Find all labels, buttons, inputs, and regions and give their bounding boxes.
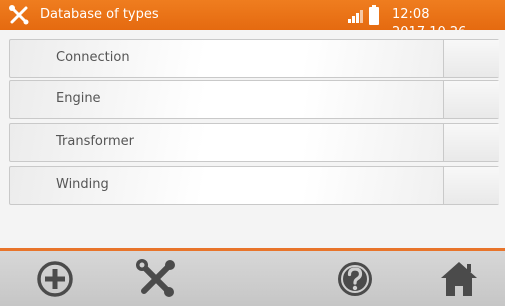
list-item-label: Connection [56, 50, 130, 65]
help-icon[interactable] [333, 257, 377, 301]
list-item-transformer[interactable]: Transformer [9, 123, 499, 162]
list-item-label: Engine [56, 91, 101, 106]
home-icon[interactable] [437, 257, 481, 301]
bottom-toolbar [0, 248, 505, 306]
list-item-main[interactable]: Connection [10, 40, 443, 77]
list-item-side-button[interactable] [443, 81, 499, 118]
types-list: Connection Engine Transformer Winding [0, 30, 505, 248]
title-bar: Database of types 12:08 2017.10.26 [0, 0, 505, 40]
list-item-main[interactable]: Winding [10, 167, 443, 204]
add-circle-icon[interactable] [33, 257, 77, 301]
page-title: Database of types [40, 7, 159, 22]
list-item-engine[interactable]: Engine [9, 80, 499, 119]
signal-strength-icon [348, 10, 363, 23]
list-item-main[interactable]: Transformer [10, 124, 443, 161]
battery-icon [369, 5, 379, 25]
list-item-connection[interactable]: Connection [9, 39, 499, 78]
list-item-label: Winding [56, 177, 109, 192]
time: 12:08 [392, 7, 430, 22]
wrench-screwdriver-icon [9, 5, 29, 25]
list-item-side-button[interactable] [443, 40, 499, 77]
list-item-label: Transformer [56, 134, 135, 149]
list-item-winding[interactable]: Winding [9, 166, 499, 205]
tools-icon[interactable] [134, 257, 178, 301]
list-item-side-button[interactable] [443, 124, 499, 161]
list-item-main[interactable]: Engine [10, 81, 443, 118]
list-item-side-button[interactable] [443, 167, 499, 204]
